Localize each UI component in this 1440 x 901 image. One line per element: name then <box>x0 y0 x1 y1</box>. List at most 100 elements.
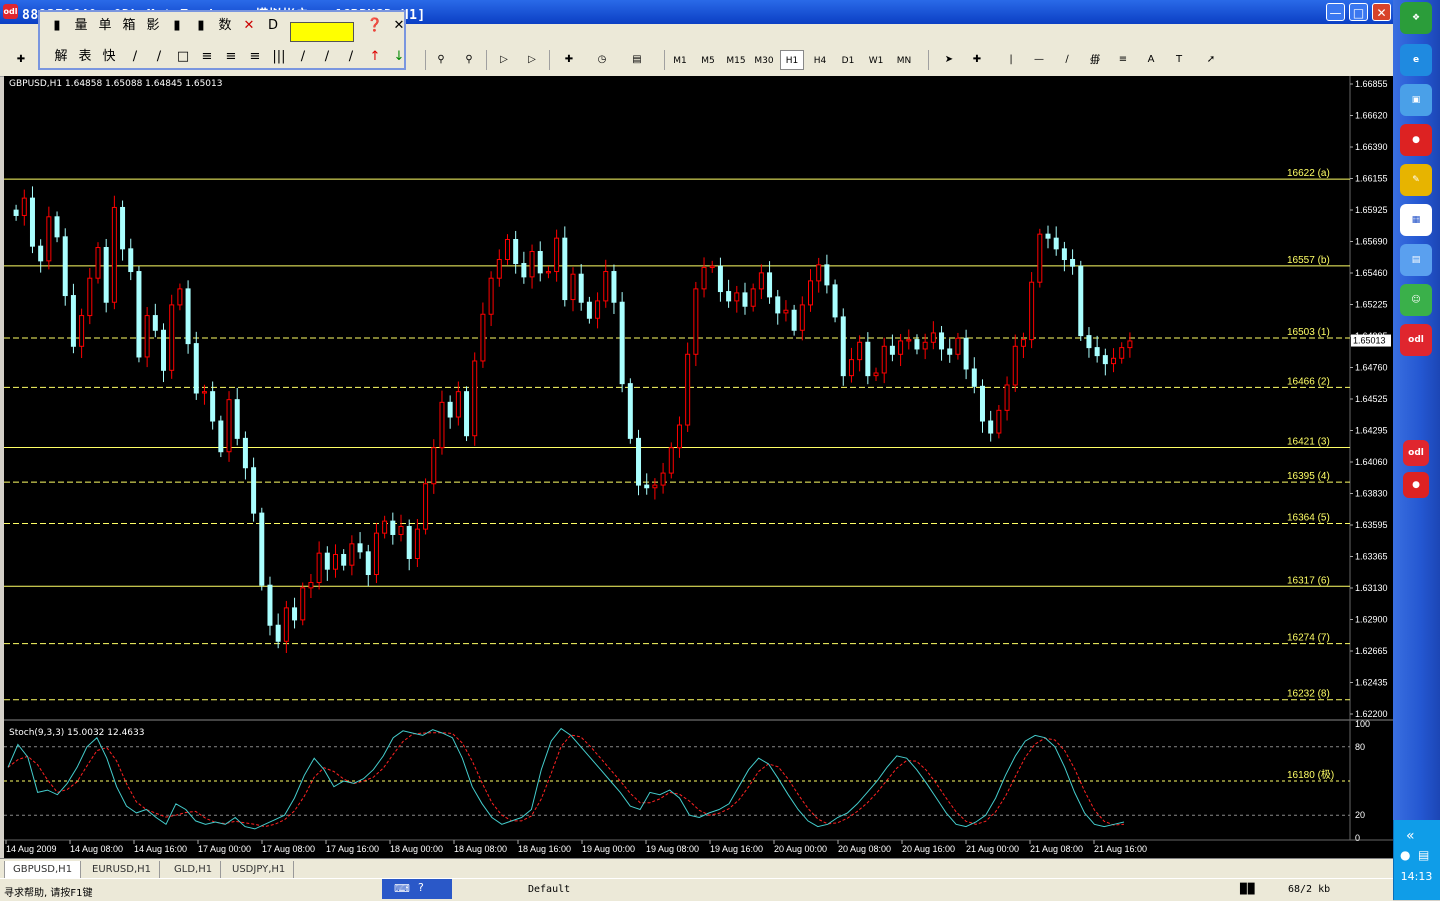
bars-icon[interactable]: ▮ <box>166 15 188 37</box>
help-icon[interactable]: ❓ <box>364 15 386 37</box>
timeframe-m1[interactable]: M1 <box>668 50 692 70</box>
trendline-icon[interactable]: ∕ <box>1056 49 1078 71</box>
color-picker[interactable] <box>290 22 354 42</box>
price-axis-label: 1.66855 <box>1355 79 1388 89</box>
tool-2[interactable]: 单 <box>94 15 116 37</box>
paint-icon[interactable]: ✎ <box>1400 164 1432 196</box>
autoscroll-icon[interactable]: ▷ <box>493 49 515 71</box>
fan-icon-2[interactable]: ∕ <box>340 46 362 68</box>
tool-8[interactable]: 快 <box>98 46 120 68</box>
periods-clock-icon[interactable]: ◷ <box>591 49 613 71</box>
help-question-icon[interactable]: ? <box>418 881 424 894</box>
fibo-icon[interactable]: ≡ <box>196 46 218 68</box>
down-arrow-icon[interactable]: ↓ <box>388 46 410 68</box>
app-icon-1[interactable]: ▣ <box>1400 84 1432 116</box>
rectangle-icon[interactable]: □ <box>172 46 194 68</box>
tab-usdjpy[interactable]: USDJPY,H1 <box>224 861 295 878</box>
candle-body <box>570 273 576 301</box>
candle-body <box>619 301 625 385</box>
timeframe-m5[interactable]: M5 <box>696 50 720 70</box>
fibo-icon-3[interactable]: ≡ <box>244 46 266 68</box>
qq-icon[interactable]: ● <box>1400 848 1410 862</box>
candle-body <box>1111 357 1117 365</box>
candle-icon[interactable]: ▮ <box>46 15 68 37</box>
arrows-icon[interactable]: ➚ <box>1200 49 1222 71</box>
ie-icon[interactable]: e <box>1400 44 1432 76</box>
candle-body <box>111 206 117 303</box>
candle-body <box>537 251 543 274</box>
tab-gbpusd[interactable]: GBPUSD,H1 <box>4 861 82 879</box>
bars-icon-3[interactable]: ||| <box>268 46 290 68</box>
network-icon[interactable]: ▤ <box>1418 848 1429 862</box>
zoom-in-icon[interactable]: ⚲ <box>430 49 452 71</box>
chart-canvas[interactable]: 1.66855 1.66620 1.66390 1.66155 1.65925 1.656… <box>4 76 1393 858</box>
odl-red-icon[interactable]: ● <box>1400 124 1432 156</box>
odl-icon[interactable]: odl <box>1400 324 1432 356</box>
tool-1[interactable]: 量 <box>70 15 92 37</box>
horizontal-line-icon[interactable]: — <box>1028 49 1050 71</box>
candle-body <box>38 245 44 262</box>
timeframe-d1[interactable]: D1 <box>836 50 860 70</box>
odl-small-icon[interactable]: odl <box>1403 440 1429 466</box>
level-label: 16395 (4) <box>1287 471 1330 482</box>
tray-expand-icon[interactable]: « <box>1406 828 1415 844</box>
fibo-icon-2[interactable]: ≡ <box>220 46 242 68</box>
tab-eurusd[interactable]: EURUSD,H1 <box>84 861 161 878</box>
users-icon[interactable]: ☺ <box>1400 284 1432 316</box>
fan-icon[interactable]: ∕ <box>316 46 338 68</box>
timeframe-h4[interactable]: H4 <box>808 50 832 70</box>
bars-icon-2[interactable]: ▮ <box>190 15 212 37</box>
tool-6[interactable]: 解 <box>50 46 72 68</box>
channel-icon[interactable]: ∕ <box>148 46 170 68</box>
vertical-line-icon[interactable]: | <box>1000 49 1022 71</box>
fibo-fan-icon[interactable]: ∰ <box>1084 49 1106 71</box>
timeframe-mn[interactable]: MN <box>892 50 916 70</box>
fibo-retracement-icon[interactable]: ≡ <box>1112 49 1134 71</box>
timeframe-m30[interactable]: M30 <box>752 50 776 70</box>
timeframe-w1[interactable]: W1 <box>864 50 888 70</box>
up-arrow-icon[interactable]: ↑ <box>364 46 386 68</box>
price-axis-label: 1.64060 <box>1355 457 1388 467</box>
timeframe-m15[interactable]: M15 <box>724 50 748 70</box>
checker-icon[interactable]: ▦ <box>1400 204 1432 236</box>
gann-icon[interactable]: ∕ <box>292 46 314 68</box>
close-toolbar-icon[interactable]: ✕ <box>388 15 410 37</box>
tab-gld[interactable]: GLD,H1 <box>166 861 222 878</box>
candle-body <box>251 467 257 514</box>
new-chart-icon[interactable]: ✚ <box>10 49 32 71</box>
close-button[interactable]: ✕ <box>1372 3 1391 21</box>
status-tool-group[interactable]: ⌨ ? <box>382 879 452 899</box>
red-app-icon[interactable]: ● <box>1403 472 1429 498</box>
keyboard-icon[interactable]: ⌨ <box>394 882 410 895</box>
minimize-button[interactable]: — <box>1326 3 1345 21</box>
price-axis-label: 1.63130 <box>1355 583 1388 593</box>
tool-5[interactable]: 数 <box>214 15 236 37</box>
dx-icon[interactable]: D <box>262 15 284 37</box>
line-icon[interactable]: ∕ <box>124 46 146 68</box>
candle-body <box>95 247 101 279</box>
indicators-icon[interactable]: ✚ <box>558 49 580 71</box>
templates-icon[interactable]: ▤ <box>626 49 648 71</box>
text-label-icon[interactable]: T <box>1168 49 1190 71</box>
tool-4[interactable]: 影 <box>142 15 164 37</box>
candle-body <box>578 273 584 303</box>
time-axis-label: 20 Aug 08:00 <box>838 844 891 854</box>
cursor-icon[interactable]: ➤ <box>938 49 960 71</box>
candle-body <box>644 484 650 489</box>
candle-body <box>128 248 134 273</box>
maximize-button[interactable]: □ <box>1349 3 1368 21</box>
zoom-out-icon[interactable]: ⚲ <box>458 49 480 71</box>
timeframe-h1[interactable]: H1 <box>780 50 804 70</box>
candle-body <box>226 399 232 453</box>
candle-body <box>701 267 707 290</box>
cross-icon[interactable]: ✕ <box>238 15 260 37</box>
text-icon[interactable]: A <box>1140 49 1162 71</box>
windows-logo-icon[interactable]: ❖ <box>1400 2 1432 34</box>
tool-7[interactable]: 表 <box>74 46 96 68</box>
chart-window[interactable]: 1.66855 1.66620 1.66390 1.66155 1.65925 1.656… <box>4 76 1393 858</box>
chart-shift-icon[interactable]: ▷ <box>521 49 543 71</box>
crosshair-icon[interactable]: ✚ <box>966 49 988 71</box>
tool-3[interactable]: 箱 <box>118 15 140 37</box>
level-label: 16317 (6) <box>1287 575 1330 586</box>
calendar-icon[interactable]: ▤ <box>1400 244 1432 276</box>
